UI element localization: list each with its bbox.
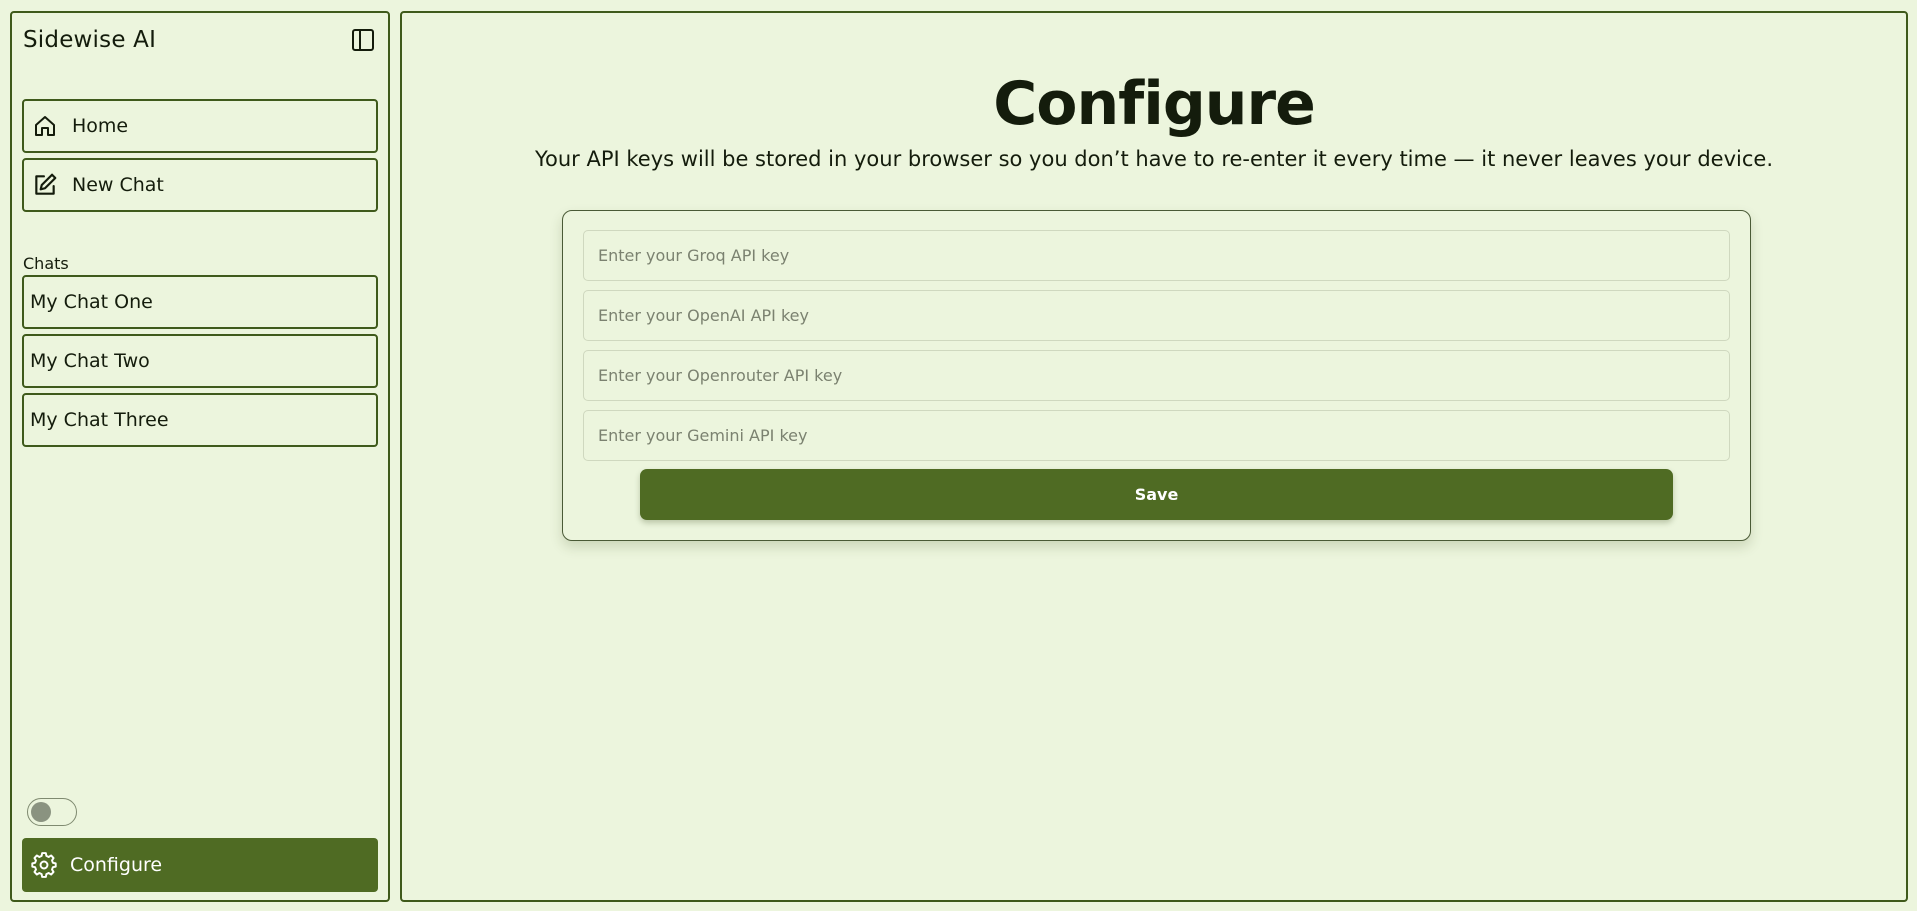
toggle-knob (31, 802, 51, 822)
api-keys-form: Save (562, 210, 1751, 541)
chat-item-label: My Chat One (30, 291, 153, 313)
chat-list-item[interactable]: My Chat One (22, 275, 378, 329)
gemini-api-key-input[interactable] (583, 410, 1730, 461)
gear-icon (30, 851, 58, 879)
save-button[interactable]: Save (640, 469, 1673, 520)
nav-home-button[interactable]: Home (22, 99, 378, 153)
openrouter-api-key-input[interactable] (583, 350, 1730, 401)
main-panel: Configure Your API keys will be stored i… (400, 11, 1908, 902)
sidebar-collapse-icon (352, 29, 374, 51)
chat-list-item[interactable]: My Chat Three (22, 393, 378, 447)
nav-home-label: Home (72, 115, 129, 137)
home-icon (32, 113, 58, 139)
app-window: Sidewise AI Home New Chat Chats My Chat … (0, 0, 1917, 911)
chat-item-label: My Chat Two (30, 350, 150, 372)
page-subtitle: Your API keys will be stored in your bro… (534, 147, 1773, 171)
page-title: Configure (993, 69, 1316, 139)
new-chat-label: New Chat (72, 174, 164, 196)
edit-icon (32, 172, 58, 198)
openai-api-key-input[interactable] (583, 290, 1730, 341)
theme-toggle[interactable] (27, 798, 77, 826)
new-chat-button[interactable]: New Chat (22, 158, 378, 212)
chat-item-label: My Chat Three (30, 409, 169, 431)
chat-list-item[interactable]: My Chat Two (22, 334, 378, 388)
configure-label: Configure (70, 854, 163, 876)
chats-heading: Chats (23, 254, 69, 273)
configure-button[interactable]: Configure (22, 838, 378, 892)
sidebar: Sidewise AI Home New Chat Chats My Chat … (10, 11, 390, 902)
sidebar-toggle-button[interactable] (350, 27, 376, 53)
app-title: Sidewise AI (23, 27, 157, 53)
groq-api-key-input[interactable] (583, 230, 1730, 281)
